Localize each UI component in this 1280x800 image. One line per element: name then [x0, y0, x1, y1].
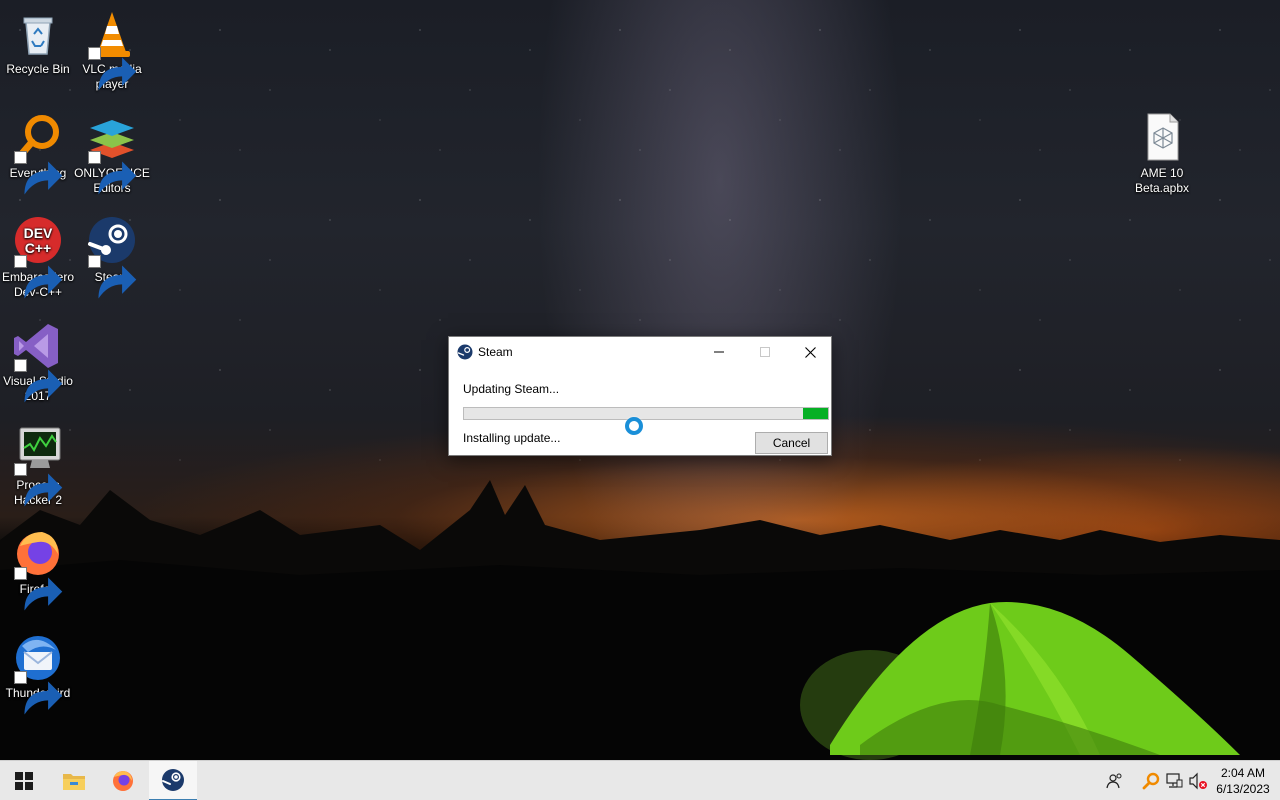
- people-tray-button[interactable]: [1105, 771, 1125, 791]
- update-progress-bar: [463, 407, 829, 420]
- desktop-icon-label: Recycle Bin: [6, 62, 70, 76]
- recycle-bin-icon: [12, 8, 64, 60]
- shortcut-arrow-icon: [88, 151, 137, 195]
- taskbar-steam[interactable]: [149, 761, 197, 800]
- steam-icon: [457, 344, 473, 360]
- vlc-cone-icon: [86, 8, 138, 91]
- visual-studio-icon: [12, 320, 64, 403]
- cancel-button[interactable]: Cancel: [755, 432, 828, 454]
- steam-icon: [162, 769, 184, 791]
- desktop-icon-label: AME 10 Beta.apbx: [1134, 166, 1190, 195]
- firefox-icon: [12, 528, 64, 611]
- desktop-icon-devcpp[interactable]: DEV C++ Embarcadero Dev-C++: [0, 216, 76, 300]
- desktop-icon-process-hacker[interactable]: Process Hacker 2: [0, 424, 76, 508]
- taskbar-firefox[interactable]: [99, 761, 147, 800]
- shortcut-arrow-icon: [14, 359, 63, 403]
- dialog-title: Steam: [478, 345, 513, 359]
- desktop-icon-onlyoffice[interactable]: ONLYOFFICE Editors: [74, 112, 150, 196]
- shortcut-arrow-icon: [88, 255, 137, 299]
- maximize-icon: [760, 347, 770, 357]
- desktop-icon-ame-file[interactable]: AME 10 Beta.apbx: [1124, 112, 1200, 196]
- minimize-button[interactable]: [696, 337, 742, 367]
- progress-fill: [802, 408, 828, 419]
- everything-icon: [1142, 772, 1160, 790]
- taskbar: 2:04 AM 6/13/2023: [0, 760, 1280, 800]
- shortcut-arrow-icon: [14, 671, 63, 715]
- dialog-titlebar[interactable]: Steam: [449, 337, 831, 367]
- volume-tray-button[interactable]: [1188, 771, 1208, 791]
- close-icon: [804, 346, 816, 358]
- desktop-icon-firefox[interactable]: Firefox: [0, 528, 76, 611]
- shortcut-arrow-icon: [14, 151, 63, 195]
- file-explorer-icon: [63, 774, 85, 790]
- busy-cursor-icon: [625, 417, 643, 435]
- maximize-button: [742, 337, 788, 367]
- start-icon: [15, 772, 33, 790]
- firefox-icon: [113, 771, 133, 791]
- volume-muted-icon: [1189, 772, 1207, 790]
- process-hacker-monitor-icon: [12, 424, 64, 507]
- shortcut-arrow-icon: [14, 255, 63, 299]
- taskbar-clock[interactable]: 2:04 AM 6/13/2023: [1212, 765, 1274, 797]
- shortcut-arrow-icon: [14, 463, 63, 507]
- everything-tray-button[interactable]: [1141, 771, 1161, 791]
- close-button[interactable]: [787, 337, 833, 367]
- devcpp-icon-text-top: DEV: [24, 225, 53, 241]
- desktop-icon-recycle-bin[interactable]: Recycle Bin: [0, 8, 76, 77]
- everything-search-icon: [12, 112, 64, 195]
- desktop-icon-vlc[interactable]: VLC media player: [74, 8, 150, 92]
- update-status-text: Updating Steam...: [463, 382, 560, 396]
- desktop-icon-thunderbird[interactable]: Thunderbird: [0, 632, 76, 715]
- start-button[interactable]: [0, 761, 48, 800]
- shortcut-arrow-icon: [88, 47, 137, 91]
- steam-update-dialog: Steam Updating Steam... Installing updat…: [448, 336, 832, 456]
- clock-time: 2:04 AM: [1220, 766, 1266, 780]
- minimize-icon: [714, 351, 724, 353]
- thunderbird-icon: [12, 632, 64, 715]
- clock-date: 6/13/2023: [1216, 782, 1270, 796]
- network-tray-button[interactable]: [1164, 771, 1184, 791]
- desktop-icon-everything[interactable]: Everything: [0, 112, 76, 195]
- glowing-tent: [800, 602, 1240, 760]
- devcpp-icon-text-bottom: C++: [25, 240, 51, 256]
- taskbar-file-explorer[interactable]: [50, 761, 98, 800]
- shortcut-arrow-icon: [14, 567, 63, 611]
- desktop-icon-visual-studio[interactable]: Visual Studio 2017: [0, 320, 76, 404]
- people-icon: [1106, 773, 1122, 789]
- onlyoffice-icon: [86, 112, 138, 195]
- apbx-file-icon: [1136, 112, 1188, 164]
- steam-icon: [86, 216, 138, 299]
- desktop-icon-steam[interactable]: Steam: [74, 216, 150, 299]
- network-icon: [1166, 773, 1183, 788]
- update-substatus-text: Installing update...: [463, 431, 561, 445]
- devcpp-icon: DEV C++: [12, 216, 64, 299]
